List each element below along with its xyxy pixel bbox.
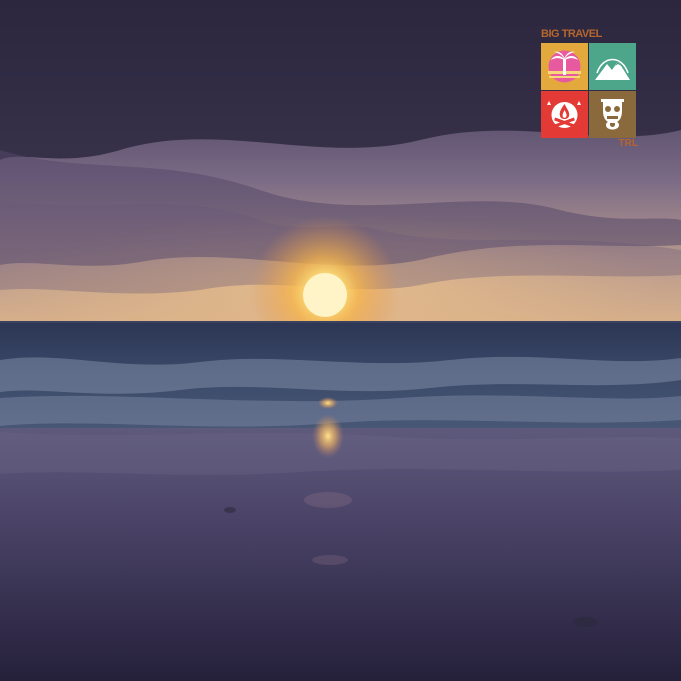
beach-sunset-photo: BIG TRAVEL TRL <box>0 0 681 681</box>
logo-brand-text: BIG TRAVEL <box>541 28 602 40</box>
mountain-icon <box>589 43 636 90</box>
campfire-icon <box>541 91 588 138</box>
tiki-mask-icon <box>589 91 636 138</box>
brand-logo: BIG TRAVEL TRL <box>538 28 642 152</box>
palm-tree-sunset-icon <box>541 43 588 90</box>
logo-suffix-text: TRL <box>618 138 638 149</box>
